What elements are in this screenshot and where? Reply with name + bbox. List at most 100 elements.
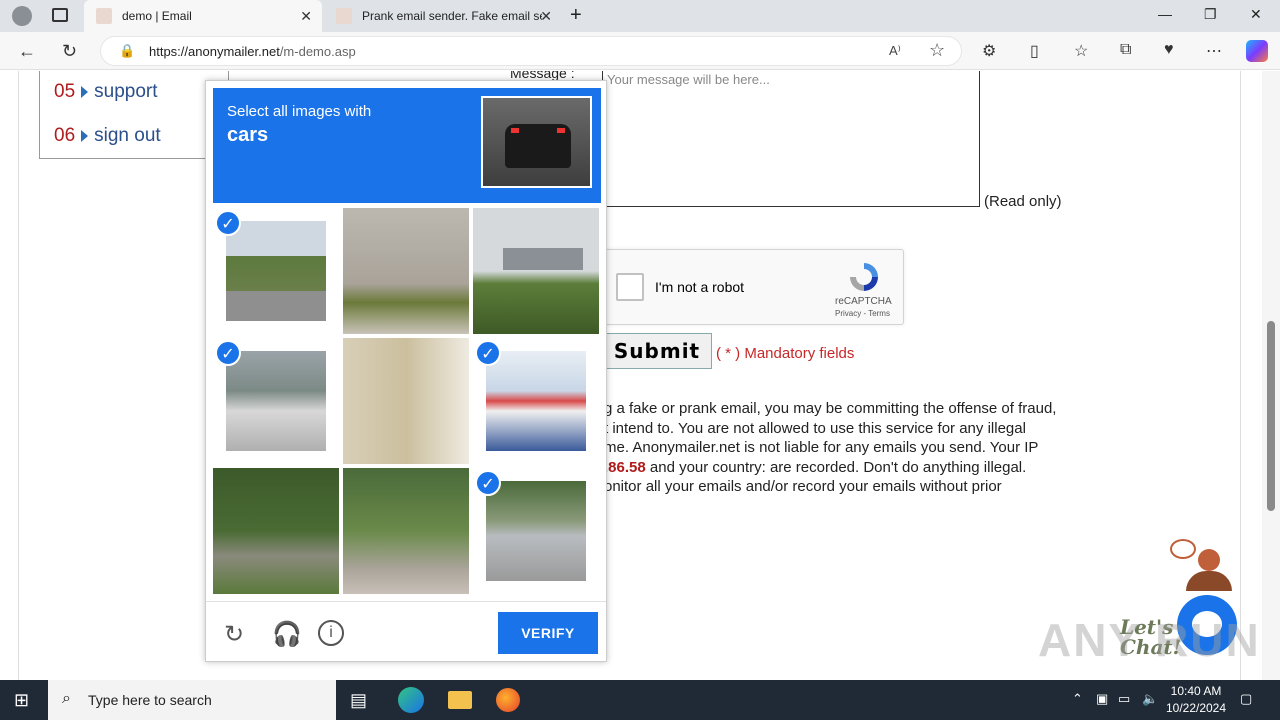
menu-item-label: sign out [94,125,161,146]
disclaimer-line: t intend to. You are not allowed to use … [604,419,1026,437]
favorite-star-icon[interactable]: ☆ [929,40,945,61]
show-hidden-icons[interactable]: ⌃ [1072,691,1083,707]
refresh-icon[interactable]: ↻ [62,41,77,62]
address-bar-row: ← ↻ 🔒 https://anonymailer.net/m-demo.asp… [0,32,1280,70]
menu-item-support[interactable]: 05 support [54,81,158,103]
minimize-icon[interactable]: — [1158,6,1172,22]
audio-icon[interactable]: 🎧 [272,620,302,649]
side-menu: 05 support 06 sign out [39,71,229,159]
collections-icon[interactable]: ⧉ [1120,41,1131,59]
message-textarea[interactable]: Your message will be here... [602,71,980,207]
captcha-tile[interactable] [343,208,469,334]
close-tab-icon[interactable]: ✕ [540,8,552,25]
taskbar-search[interactable]: ⌕ Type here to search [48,680,336,720]
task-view-icon[interactable]: ▤ [350,690,367,711]
captcha-footer: ↻ 🎧 i VERIFY [206,601,606,663]
network-icon[interactable]: ▭ [1118,691,1130,707]
disclaimer-fragment: and your country: are recorded. Don't do… [645,458,1027,476]
system-clock[interactable]: 10:40 AM 10/22/2024 [1162,683,1230,717]
more-menu-icon[interactable]: ⋯ [1206,41,1222,61]
disclaimer-line: me. Anonymailer.net is not liable for an… [604,439,1039,456]
captcha-tile[interactable] [213,468,339,594]
profile-icon[interactable] [12,6,32,26]
url-text: https://anonymailer.net/m-demo.asp [149,44,356,59]
menu-item-number: 05 [54,81,76,102]
captcha-target: cars [227,124,269,146]
volume-icon[interactable]: 🔈 [1142,691,1158,707]
url-host: https://anonymailer.net [149,44,280,59]
disclaimer-line: onitor all your emails and/or record you… [604,478,1002,495]
menu-item-label: support [94,81,158,102]
checkmark-icon: ✓ [215,340,241,366]
copilot-icon[interactable] [1246,40,1268,62]
captcha-challenge: Select all images with cars ✓ ✓ ✓ ✓ ↻ 🎧 … [205,80,607,662]
close-tab-icon[interactable]: ✕ [300,8,312,25]
tab-title: Prank email sender. Fake email se [362,9,542,23]
checkmark-icon: ✓ [475,470,501,496]
arrow-right-icon [81,130,89,142]
close-window-icon[interactable]: ✕ [1250,6,1262,23]
disclaimer-text: g a fake or prank email, you may be comm… [604,399,1074,497]
tab-prank-email[interactable]: Prank email sender. Fake email se ✕ [324,0,562,32]
checkmark-icon: ✓ [475,340,501,366]
edge-taskbar-icon[interactable] [398,687,424,713]
captcha-instruction: Select all images with [227,103,372,120]
lock-icon: 🔒 [119,43,136,58]
captcha-tile[interactable] [343,338,469,464]
file-explorer-icon[interactable] [448,691,472,709]
submit-button[interactable]: Submit [602,333,712,369]
browser-essentials-icon[interactable]: ♥ [1164,41,1174,59]
recaptcha-logo-icon [850,263,878,291]
layout-border [18,71,19,680]
tile-detail [503,248,583,270]
meet-now-icon[interactable]: ▣ [1096,691,1108,707]
recaptcha-checkbox[interactable] [616,273,644,301]
captcha-tile[interactable] [343,468,469,594]
notifications-icon[interactable]: ▢ [1240,691,1252,707]
clock-date: 10/22/2024 [1165,701,1227,715]
scrollbar-thumb[interactable] [1267,321,1275,511]
recaptcha-label: I'm not a robot [655,279,745,295]
captcha-sample-image [481,96,592,188]
ip-address: .86.58 [604,458,646,476]
tab-bar: demo | Email ✕ Prank email sender. Fake … [0,0,1280,32]
captcha-tile[interactable] [473,208,599,334]
tab-title: demo | Email [122,9,192,23]
site-favicon-icon [96,8,112,24]
menu-item-sign-out[interactable]: 06 sign out [54,125,161,147]
restore-icon[interactable]: ❐ [1204,6,1217,23]
watermark: ANY RUN [1038,614,1261,666]
layout-border [1240,71,1241,680]
taskbar: ⊞ ⌕ Type here to search ▤ ⌃ ▣ ▭ 🔈 10:40 … [0,680,1280,720]
captcha-tile[interactable]: ✓ [213,208,339,334]
split-screen-icon[interactable]: ▯ [1030,41,1039,61]
recaptcha-brand: reCAPTCHA [835,296,892,307]
recaptcha-terms-link[interactable]: Privacy - Terms [835,309,890,318]
captcha-tile[interactable]: ✓ [213,338,339,464]
favorites-icon[interactable]: ☆ [1074,41,1088,61]
page-content: 05 support 06 sign out Message : Your me… [0,71,1262,680]
tab-actions-icon[interactable] [52,8,68,22]
info-icon[interactable]: i [318,620,344,646]
captcha-tile[interactable]: ✓ [473,338,599,464]
verify-button[interactable]: VERIFY [498,612,598,654]
tab-demo-email[interactable]: demo | Email ✕ [84,0,322,32]
mandatory-note: ( * ) Mandatory fields [716,345,855,362]
page-scrollbar[interactable] [1262,71,1280,680]
readonly-note: (Read only) [984,193,1062,210]
back-icon[interactable]: ← [18,41,36,62]
read-aloud-icon[interactable]: A⁾ [889,43,901,59]
search-icon: ⌕ [62,690,71,707]
extensions-icon[interactable]: ⚙ [982,41,996,61]
url-field[interactable]: 🔒 https://anonymailer.net/m-demo.asp A⁾ … [100,36,962,66]
url-path: /m-demo.asp [279,44,356,59]
captcha-tile[interactable]: ✓ [473,468,599,594]
disclaimer-line: .86.58 and your country: are recorded. D… [604,458,1074,478]
recaptcha-widget: I'm not a robot reCAPTCHA Privacy - Term… [602,249,904,325]
reload-icon[interactable]: ↻ [224,620,244,649]
firefox-icon[interactable] [496,688,520,712]
site-favicon-icon [336,8,352,24]
captcha-header: Select all images with cars [213,88,601,203]
new-tab-icon[interactable]: + [570,4,582,27]
start-windows-icon[interactable]: ⊞ [14,690,29,711]
